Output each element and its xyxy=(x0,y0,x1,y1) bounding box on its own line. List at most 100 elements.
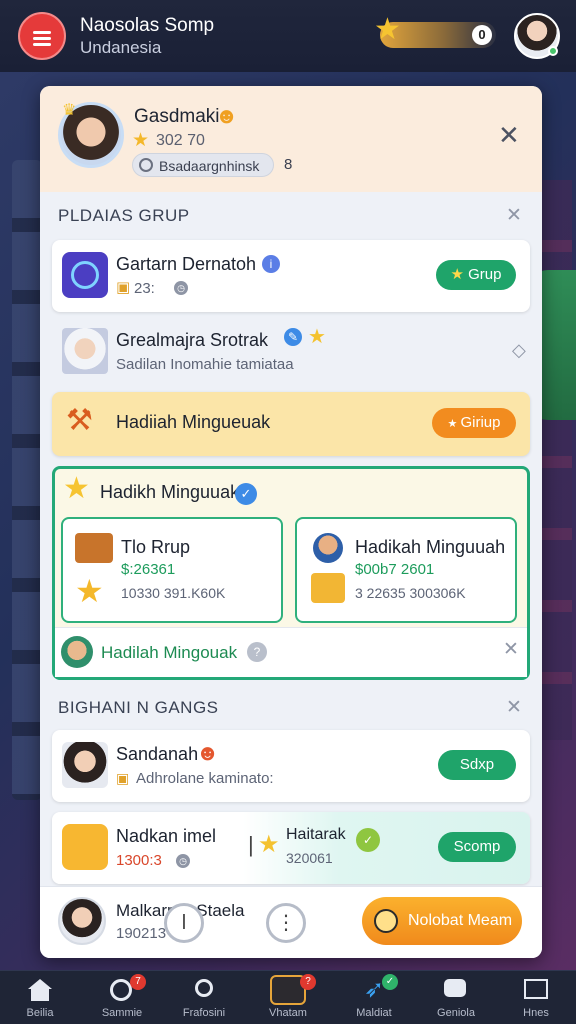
menu-button[interactable] xyxy=(18,12,66,60)
chat-icon xyxy=(444,979,466,997)
star-icon: ★ xyxy=(374,13,401,46)
featured-reward-card: ★ Hadikh Minguuak ✓ ★ Tlo Rrup $:26361 1… xyxy=(52,466,530,680)
clock-icon: ◷ xyxy=(174,281,188,295)
user-avatar xyxy=(62,742,108,788)
reward-option-title: Tlo Rrup xyxy=(121,537,191,557)
emoji-icon: ☻ xyxy=(196,740,220,765)
status-badge: ✓ xyxy=(382,974,398,990)
list-item-meta: Adhrolane kaminato: xyxy=(136,770,274,787)
list-item-title: Grealmajra Srotrak xyxy=(116,330,269,350)
top-bar: Naosolas Somp Undanesia ★ 0 xyxy=(0,0,576,72)
background-side-list xyxy=(12,160,42,800)
lock-icon: ▣ xyxy=(116,279,131,296)
nav-item-chat[interactable]: Geniola xyxy=(420,971,492,1024)
compass-icon xyxy=(110,979,132,1001)
action-button[interactable]: Sdxp xyxy=(438,750,516,780)
app-title: Naosolas Somp xyxy=(80,15,215,36)
list-item-title: Sandanah xyxy=(116,744,199,764)
profile-tag-extra: 8 xyxy=(284,156,293,173)
profile-tag-chip[interactable]: Bsadaargnhinsk xyxy=(132,153,274,177)
avatar xyxy=(61,636,93,668)
profile-header: ♛ Gasdmaki ☻ ★ 302 70 Bsadaargnhinsk 8 ✕ xyxy=(40,86,542,192)
info-icon: i xyxy=(262,255,280,273)
nav-item-profile[interactable]: Frafosini xyxy=(168,971,240,1024)
home-icon xyxy=(28,979,52,1001)
reward-option-title: Hadikah Minguuah xyxy=(355,537,506,557)
featured-footer[interactable]: Hadilah Mingouak ? ✕ xyxy=(55,627,527,677)
diamond-icon[interactable]: ◇ xyxy=(512,340,526,361)
list-item-user[interactable]: Sandanah ☻ ▣ Adhrolane kaminato: Sdxp xyxy=(52,730,530,802)
action-button[interactable]: Scomp xyxy=(438,832,516,862)
nav-item-social[interactable]: ➶ ✓ Maldiat xyxy=(338,971,410,1024)
list-item-group[interactable]: Gartarn Dernatoh i ▣ 23: ◷ ★ Grup xyxy=(52,240,530,312)
star-icon: ★ xyxy=(75,573,104,609)
smile-emoji-icon: ☻ xyxy=(215,103,239,128)
notification-badge: 7 xyxy=(130,974,146,990)
join-group-button[interactable]: ★ Grup xyxy=(436,260,516,290)
nav-label: Hnes xyxy=(523,1007,549,1019)
reward-option-value: $:26361 xyxy=(121,561,176,578)
section-close-icon[interactable]: ✕ xyxy=(506,206,522,225)
close-icon[interactable]: ✕ xyxy=(503,640,519,659)
pause-button[interactable]: ǀ xyxy=(164,903,204,943)
nav-label: Geniola xyxy=(437,1007,475,1019)
star-icon: ★ xyxy=(132,130,150,151)
star-icon: ★ xyxy=(258,831,280,858)
nav-item-explore[interactable]: 7 Sammie xyxy=(86,971,158,1024)
list-item-event[interactable]: Nadkan imel 1300:3 ◷ | ★ Haitarak 320061… xyxy=(52,812,530,884)
verified-icon: ✓ xyxy=(235,483,257,505)
user-avatar[interactable] xyxy=(514,13,560,59)
reward-button[interactable]: ★ Giriup xyxy=(432,408,516,438)
crown-icon: ♛ xyxy=(62,102,77,119)
list-item-meta: 1300:3 xyxy=(116,852,162,869)
user-avatar[interactable] xyxy=(58,897,106,945)
character-icon xyxy=(62,824,108,870)
action-bar-meta: 190213 xyxy=(116,925,167,942)
section-title-group: PLDAIAS GRUP xyxy=(58,206,190,225)
list-item-member[interactable]: Grealmajra Srotrak ✎ ★ Sadilan Inomahie … xyxy=(52,316,530,388)
list-item-title: Nadkan imel xyxy=(116,826,217,846)
app-subtitle: Undanesia xyxy=(80,38,162,57)
nav-item-mail[interactable]: Hnes xyxy=(500,971,572,1024)
profile-tag-text: Bsadaargnhinsk xyxy=(159,158,260,174)
primary-action-button[interactable]: Nolobat Meam xyxy=(362,897,522,945)
star-currency-pill[interactable]: ★ 0 xyxy=(374,15,496,48)
star-icon: ★ xyxy=(308,326,326,348)
notification-badge: ? xyxy=(300,974,316,990)
nav-label: Frafosini xyxy=(182,1007,226,1019)
reward-option-right[interactable]: Hadikah Minguuah $00b7 2601 3 22635 3003… xyxy=(295,517,517,623)
member-avatar xyxy=(62,328,108,374)
group-logo-icon xyxy=(62,252,108,298)
clock-icon: ◷ xyxy=(176,854,190,868)
reward-option-left[interactable]: ★ Tlo Rrup $:26361 10330 391.K60K xyxy=(61,517,283,623)
list-item-weekly-reward[interactable]: ⚒ Hadiiah Mingueuak ★ Giriup xyxy=(52,392,530,456)
character-icon xyxy=(313,533,343,563)
list-item-meta: 23: xyxy=(134,280,155,297)
close-icon[interactable]: ✕ xyxy=(498,122,520,148)
reward-option-meta: 3 22635 300306K xyxy=(355,585,466,601)
featured-title: Hadikh Minguuak xyxy=(100,482,240,502)
edit-icon: ✎ xyxy=(284,328,302,346)
hammer-icon: ⚒ xyxy=(66,404,93,437)
bottom-action-bar: Malkarr ... Staela 190213 ǀ ⋮ Nolobat Me… xyxy=(40,886,542,958)
nav-label: Maldiat xyxy=(356,1007,392,1019)
star-icon: ★ xyxy=(447,418,461,430)
mail-icon xyxy=(524,979,548,999)
star-icon: ★ xyxy=(450,266,469,283)
menu-icon xyxy=(33,31,51,34)
divider: | xyxy=(248,832,254,857)
reward-chest-icon xyxy=(311,573,345,603)
treasure-box-icon xyxy=(75,533,113,563)
star-icon: ★ xyxy=(63,472,90,505)
reward-option-meta: 10330 391.K60K xyxy=(121,585,226,601)
event-highlight-title: Haitarak xyxy=(286,826,346,843)
profile-score: 302 70 xyxy=(156,132,205,149)
more-options-button[interactable]: ⋮ xyxy=(266,903,306,943)
nav-label: Beilia xyxy=(26,1007,54,1019)
nav-item-game[interactable]: ? Vhatam xyxy=(252,971,324,1024)
ticket-icon: ▣ xyxy=(116,770,130,786)
nav-item-home[interactable]: Beilia xyxy=(4,971,76,1024)
nav-label: Sammie xyxy=(101,1007,143,1019)
section-close-icon[interactable]: ✕ xyxy=(506,698,522,717)
info-icon: ? xyxy=(247,642,267,662)
